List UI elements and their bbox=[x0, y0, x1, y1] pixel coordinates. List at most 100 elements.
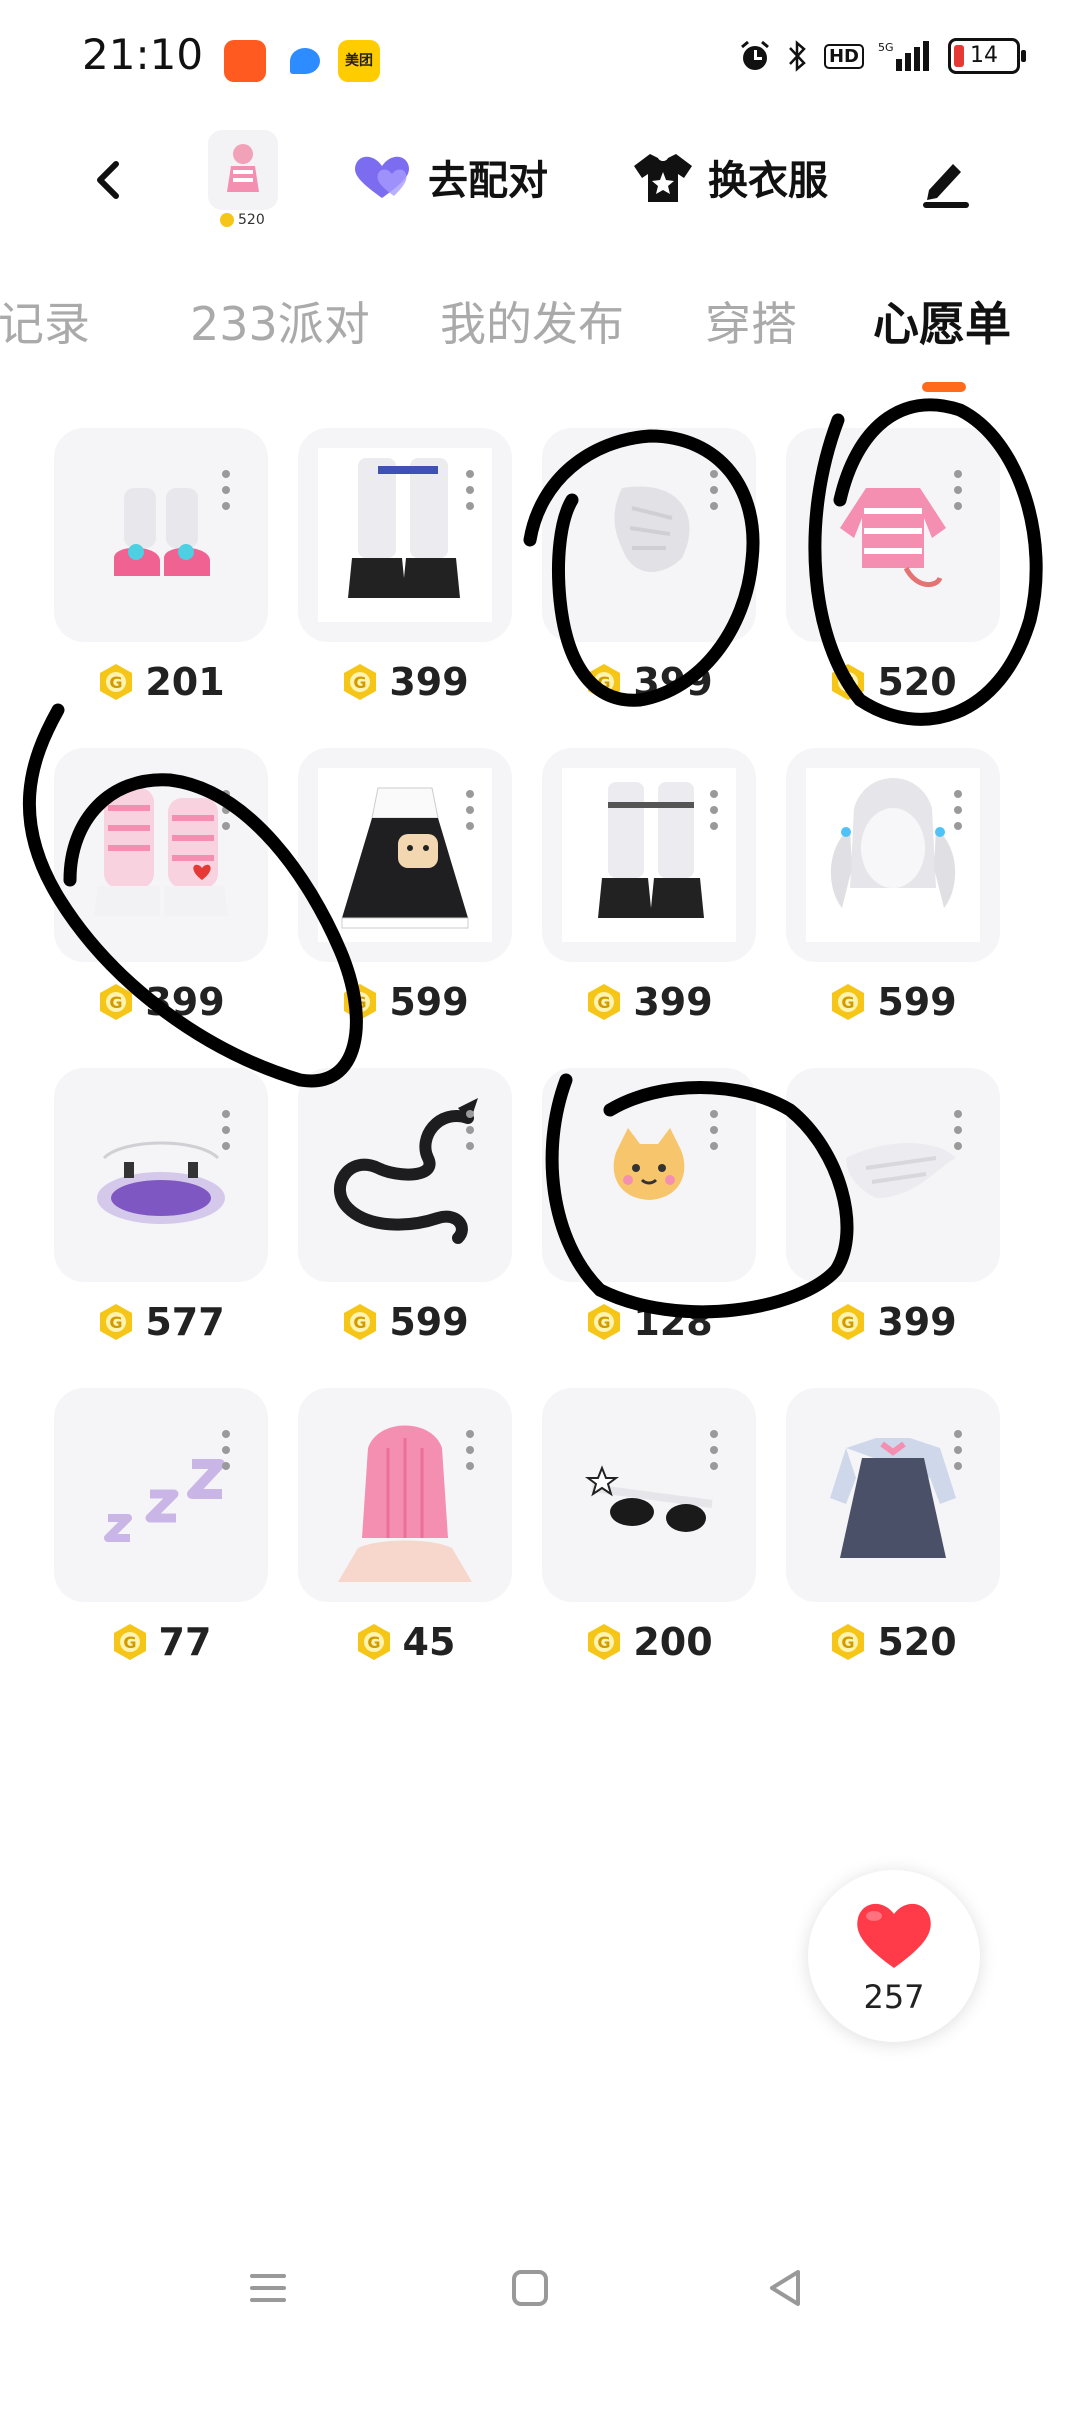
item-price: G 399 bbox=[298, 660, 512, 704]
coin-icon: G bbox=[344, 664, 377, 700]
wishlist-item[interactable]: G 128 bbox=[542, 1068, 756, 1368]
more-options-icon[interactable] bbox=[954, 1430, 962, 1470]
tab-outfits[interactable]: 穿搭 bbox=[705, 288, 797, 354]
wishlist-item[interactable]: G 599 bbox=[298, 1068, 512, 1368]
edit-button[interactable] bbox=[915, 150, 975, 210]
tab-wishlist[interactable]: 心愿单 bbox=[873, 288, 1011, 354]
item-thumbnail[interactable] bbox=[542, 748, 756, 962]
item-thumbnail[interactable] bbox=[786, 428, 1000, 642]
avatar-price: 520 bbox=[220, 212, 265, 228]
back-button[interactable] bbox=[80, 150, 140, 210]
wishlist-item[interactable]: G 201 bbox=[54, 428, 268, 728]
more-options-icon[interactable] bbox=[222, 470, 230, 510]
svg-text:G: G bbox=[354, 993, 367, 1012]
price-value: 520 bbox=[877, 660, 957, 704]
item-thumbnail[interactable] bbox=[54, 428, 268, 642]
more-options-icon[interactable] bbox=[954, 790, 962, 830]
coin-icon: G bbox=[113, 1624, 146, 1660]
item-thumbnail[interactable] bbox=[298, 748, 512, 962]
wishlist-item[interactable]: G 599 bbox=[786, 748, 1000, 1048]
item-thumbnail[interactable] bbox=[542, 428, 756, 642]
wishlist-item[interactable]: G 399 bbox=[542, 748, 756, 1048]
wishlist-item[interactable]: G 599 bbox=[298, 748, 512, 1048]
coin-icon: G bbox=[832, 664, 865, 700]
more-options-icon[interactable] bbox=[710, 470, 718, 510]
status-icons: HD 5G 14 bbox=[738, 38, 1026, 74]
coin-icon: G bbox=[832, 984, 865, 1020]
tab-233-party[interactable]: 233派对 bbox=[190, 288, 370, 354]
wishlist-item[interactable]: G 200 bbox=[542, 1388, 756, 1688]
change-clothes-button[interactable]: 换衣服 bbox=[632, 148, 828, 206]
wishlist-item[interactable]: G 577 bbox=[54, 1068, 268, 1368]
more-options-icon[interactable] bbox=[710, 790, 718, 830]
wishlist-item[interactable]: G 520 bbox=[786, 1388, 1000, 1688]
item-thumbnail[interactable] bbox=[786, 1068, 1000, 1282]
more-options-icon[interactable] bbox=[710, 1110, 718, 1150]
price-value: 599 bbox=[877, 980, 957, 1024]
coin-icon: G bbox=[588, 664, 621, 700]
tab-my-posts[interactable]: 我的发布 bbox=[440, 288, 624, 354]
hd-badge: HD bbox=[823, 43, 864, 69]
home-icon[interactable] bbox=[500, 2258, 560, 2318]
price-value: 399 bbox=[633, 980, 713, 1024]
avatar[interactable] bbox=[208, 130, 278, 210]
more-options-icon[interactable] bbox=[466, 1110, 474, 1150]
wishlist-item[interactable]: G 45 bbox=[298, 1388, 512, 1688]
item-price: G 399 bbox=[542, 660, 756, 704]
svg-text:G: G bbox=[354, 673, 367, 692]
item-thumbnail[interactable] bbox=[542, 1388, 756, 1602]
battery-level: 14 bbox=[970, 43, 998, 68]
more-options-icon[interactable] bbox=[466, 790, 474, 830]
hearts-icon bbox=[355, 156, 409, 198]
more-options-icon[interactable] bbox=[710, 1430, 718, 1470]
item-thumbnail[interactable] bbox=[298, 1388, 512, 1602]
price-value: 201 bbox=[145, 660, 225, 704]
item-thumbnail[interactable] bbox=[786, 1388, 1000, 1602]
wishlist-item[interactable]: G 399 bbox=[298, 428, 512, 728]
svg-text:G: G bbox=[598, 1313, 611, 1332]
more-options-icon[interactable] bbox=[222, 1430, 230, 1470]
item-thumbnail[interactable] bbox=[54, 1388, 268, 1602]
wishlist-item[interactable]: G 77 bbox=[54, 1388, 268, 1688]
like-count: 257 bbox=[863, 1978, 925, 2016]
pair-button[interactable]: 去配对 bbox=[350, 148, 548, 206]
svg-text:5G: 5G bbox=[878, 41, 894, 54]
coin-icon: G bbox=[344, 984, 377, 1020]
svg-text:G: G bbox=[110, 993, 123, 1012]
item-price: G 577 bbox=[54, 1300, 268, 1344]
back-triangle-icon[interactable] bbox=[756, 2258, 816, 2318]
coin-icon: G bbox=[357, 1624, 390, 1660]
menu-icon[interactable] bbox=[238, 2258, 298, 2318]
like-button[interactable]: 257 bbox=[808, 1870, 980, 2042]
tab-records[interactable]: 我记录 bbox=[0, 288, 90, 354]
item-thumbnail[interactable] bbox=[542, 1068, 756, 1282]
status-time: 21:10 bbox=[82, 30, 204, 79]
more-options-icon[interactable] bbox=[466, 1430, 474, 1470]
coin-icon: G bbox=[588, 984, 621, 1020]
item-thumbnail[interactable] bbox=[298, 1068, 512, 1282]
coin-icon: G bbox=[588, 1624, 621, 1660]
coin-icon: G bbox=[100, 1304, 133, 1340]
svg-text:G: G bbox=[842, 993, 855, 1012]
more-options-icon[interactable] bbox=[466, 470, 474, 510]
bluetooth-icon bbox=[789, 40, 806, 72]
item-thumbnail[interactable] bbox=[298, 428, 512, 642]
item-price: G 200 bbox=[542, 1620, 756, 1664]
svg-text:G: G bbox=[842, 1633, 855, 1652]
more-options-icon[interactable] bbox=[954, 1110, 962, 1150]
more-options-icon[interactable] bbox=[222, 790, 230, 830]
svg-text:G: G bbox=[110, 1313, 123, 1332]
avatar-outfit-icon bbox=[227, 144, 259, 192]
item-thumbnail[interactable] bbox=[54, 748, 268, 962]
more-options-icon[interactable] bbox=[222, 1110, 230, 1150]
wishlist-item[interactable]: G 399 bbox=[542, 428, 756, 728]
wishlist-item[interactable]: G 399 bbox=[786, 1068, 1000, 1368]
more-options-icon[interactable] bbox=[954, 470, 962, 510]
item-thumbnail[interactable] bbox=[786, 748, 1000, 962]
price-value: 577 bbox=[145, 1300, 225, 1344]
wishlist-item[interactable]: G 399 bbox=[54, 748, 268, 1048]
wishlist-item[interactable]: G 520 bbox=[786, 428, 1000, 728]
status-bar: 21:10 美团 HD 5G 14 bbox=[0, 0, 1080, 120]
item-thumbnail[interactable] bbox=[54, 1068, 268, 1282]
item-price: G 599 bbox=[786, 980, 1000, 1024]
